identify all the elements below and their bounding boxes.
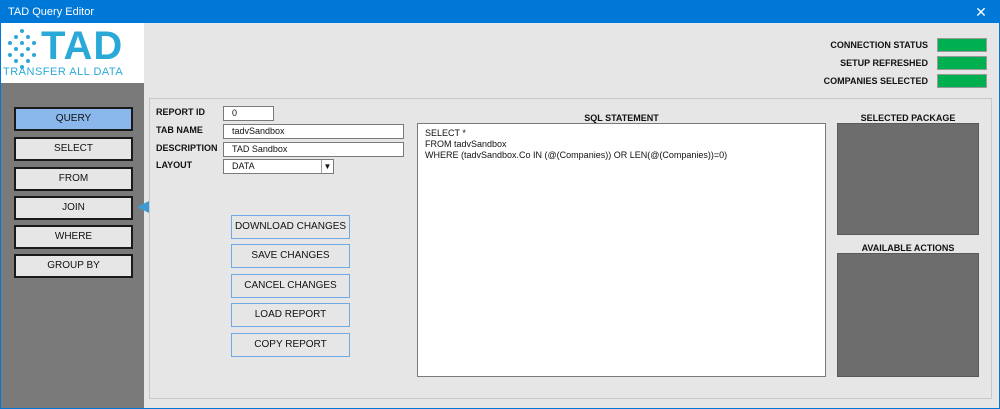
sql-line: FROM tadvSandbox [425, 139, 507, 149]
available-actions-title: AVAILABLE ACTIONS [861, 243, 955, 253]
sql-statement-title: SQL STATEMENT [584, 113, 659, 123]
chevron-down-icon[interactable]: ▼ [321, 160, 333, 173]
nav-from-button[interactable]: FROM [14, 167, 133, 191]
sql-line: SELECT * [425, 128, 466, 138]
cancel-changes-button[interactable]: CANCEL CHANGES [231, 274, 350, 298]
nav-group-by-button[interactable]: GROUP BY [14, 254, 133, 278]
description-field[interactable]: TAD Sandbox [223, 142, 404, 157]
companies-selected-indicator [937, 74, 987, 88]
report-id-field[interactable]: 0 [223, 106, 274, 121]
connection-status-label: CONNECTION STATUS [830, 40, 928, 50]
logo-text: TAD [41, 24, 124, 68]
setup-refreshed-indicator [937, 56, 987, 70]
connection-status-indicator [937, 38, 987, 52]
download-changes-button[interactable]: DOWNLOAD CHANGES [231, 215, 350, 239]
window-title: TAD Query Editor [8, 6, 94, 18]
copy-report-button[interactable]: COPY REPORT [231, 333, 350, 357]
available-actions-box[interactable] [837, 253, 979, 377]
layout-label: LAYOUT [156, 160, 193, 170]
tab-name-field[interactable]: tadvSandbox [223, 124, 404, 139]
logo-tagline: TRANSFER ALL DATA [3, 66, 124, 78]
nav-where-button[interactable]: WHERE [14, 225, 133, 249]
selected-package-title: SELECTED PACKAGE [860, 113, 956, 123]
title-bar[interactable]: TAD Query Editor ✕ [1, 1, 999, 23]
tab-name-label: TAB NAME [156, 125, 203, 135]
sidebar: TAD TRANSFER ALL DATA QUERY SELECT FROM … [1, 23, 144, 408]
selected-package-box[interactable] [837, 123, 979, 235]
tad-logo: TAD TRANSFER ALL DATA [1, 23, 144, 83]
status-header: CONNECTION STATUS SETUP REFRESHED COMPAN… [144, 23, 999, 94]
close-icon[interactable]: ✕ [973, 4, 989, 20]
query-editor-window: TAD Query Editor ✕ TAD TRANSFER ALL DATA… [0, 0, 1000, 409]
companies-selected-label: COMPANIES SELECTED [823, 76, 928, 86]
setup-refreshed-label: SETUP REFRESHED [840, 58, 928, 68]
sql-line: WHERE (tadvSandbox.Co IN (@(Companies)) … [425, 150, 728, 160]
nav-query-button[interactable]: QUERY [14, 107, 133, 131]
nav-select-button[interactable]: SELECT [14, 137, 133, 161]
load-report-button[interactable]: LOAD REPORT [231, 303, 350, 327]
layout-select[interactable]: DATA ▼ [223, 159, 334, 174]
save-changes-button[interactable]: SAVE CHANGES [231, 244, 350, 268]
sql-statement-editor[interactable]: SELECT * FROM tadvSandbox WHERE (tadvSan… [417, 123, 826, 377]
nav-join-button[interactable]: JOIN [14, 196, 133, 220]
report-id-label: REPORT ID [156, 107, 206, 117]
description-label: DESCRIPTION [156, 143, 218, 153]
layout-select-value: DATA [232, 161, 255, 171]
